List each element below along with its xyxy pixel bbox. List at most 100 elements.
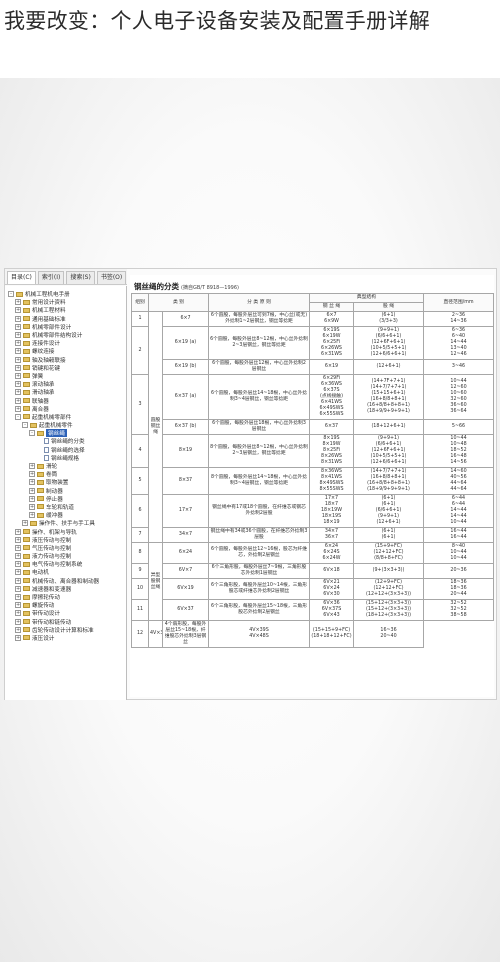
expand-toggle-icon[interactable]: + [15,299,21,306]
expand-toggle-icon[interactable]: + [15,323,21,330]
collapse-toggle-icon[interactable]: - [29,430,35,437]
expand-toggle-icon[interactable]: + [15,315,21,322]
tree-item[interactable]: + 滑轮 [5,462,126,470]
tree-item[interactable]: + 卷筒 [5,470,126,478]
expand-toggle-icon[interactable]: + [15,307,21,314]
collapse-toggle-icon[interactable]: - [22,422,28,429]
tree-item[interactable]: + 缓冲器 [5,511,126,519]
expand-toggle-icon[interactable]: + [15,561,21,568]
tree-item[interactable]: + 带传动设计 [5,609,126,617]
tree-item[interactable]: + 轴及轴毂联接 [5,356,126,364]
expand-toggle-icon[interactable]: + [15,577,21,584]
expand-toggle-icon[interactable]: + [15,553,21,560]
expand-toggle-icon[interactable]: + [15,544,21,551]
tree-item[interactable]: + 电动机 [5,568,126,576]
expand-toggle-icon[interactable]: + [29,471,35,478]
expand-toggle-icon[interactable]: + [15,618,21,625]
tree-item[interactable]: + 电气传动与控制系统 [5,560,126,568]
tree-item[interactable]: - 机械工程机电手册 [5,290,126,298]
tree-item[interactable]: + 机械工程材料 [5,306,126,314]
tree-item[interactable]: 钢丝绳的选择 [5,446,126,454]
tree-item[interactable]: + 液压设计 [5,634,126,642]
expand-toggle-icon[interactable]: + [15,585,21,592]
expand-toggle-icon[interactable]: + [15,602,21,609]
tree-item[interactable]: + 操作件、扶手与手工具 [5,519,126,527]
tree-item[interactable]: + 弹簧 [5,372,126,380]
tab-index[interactable]: 索引(I) [37,271,65,284]
cell-diameter: 5~66 [423,419,495,435]
tree-item-label: 钢丝绳规格 [51,455,79,462]
collapse-toggle-icon[interactable]: - [8,291,14,298]
tree-item[interactable]: + 液压传动与控制 [5,536,126,544]
collapse-toggle-icon[interactable]: - [15,413,21,420]
tree-item[interactable]: 钢丝绳规格 [5,454,126,462]
expand-toggle-icon[interactable]: + [29,463,35,470]
table-row: 3 6×37 (a) 6个圆股，每股外层丝14~18根，中心丝外捻制3~4层钢丝，钢… [131,374,495,435]
expand-toggle-icon[interactable]: + [15,569,21,576]
expand-toggle-icon[interactable]: + [29,487,35,494]
tree-item[interactable]: + 机械零部件设计 [5,323,126,331]
expand-toggle-icon[interactable]: + [15,348,21,355]
expand-toggle-icon[interactable]: + [29,503,35,510]
expand-toggle-icon[interactable]: + [15,405,21,412]
tree-item[interactable]: - 起重机械零件 [5,421,126,429]
expand-toggle-icon[interactable]: + [15,356,21,363]
tab-contents[interactable]: 目录(C) [7,271,36,284]
tree-item[interactable]: + 制动器 [5,487,126,495]
expand-toggle-icon[interactable]: + [15,528,21,535]
tree-item[interactable]: + 停止器 [5,495,126,503]
tree-item[interactable]: + 液力传动与控制 [5,552,126,560]
cell-diameter: 2~36 14~36 [423,311,495,327]
tree-item[interactable]: + 螺纹连接 [5,347,126,355]
tree-item[interactable]: + 常用设计资料 [5,298,126,306]
tree-item[interactable]: - 起重机械零部件 [5,413,126,421]
document-icon [44,454,49,461]
tab-bookmarks[interactable]: 书签(O) [96,271,127,284]
tree-item[interactable]: + 取物装置 [5,478,126,486]
tree-item[interactable]: + 滚动轴承 [5,380,126,388]
expand-toggle-icon[interactable]: + [29,479,35,486]
expand-toggle-icon[interactable]: + [15,372,21,379]
expand-toggle-icon[interactable]: + [15,634,21,641]
tree-item[interactable]: + 减速器和变速器 [5,585,126,593]
tree-item-label: 带传动和链传动 [32,619,72,626]
tree-item[interactable]: 钢丝绳的分类 [5,437,126,445]
tree-item-label: 制动器 [46,488,63,495]
tree-item[interactable]: + 摩擦轮传动 [5,593,126,601]
expand-toggle-icon[interactable]: + [15,340,21,347]
tree-item[interactable]: + 机械传动、离合器和制动器 [5,577,126,585]
expand-toggle-icon[interactable]: + [29,495,35,502]
cell-category: 6×37 (b) [162,419,209,435]
tree-item[interactable]: + 离合器 [5,405,126,413]
tree-item[interactable]: + 通用基础标准 [5,315,126,323]
expand-toggle-icon[interactable]: + [15,610,21,617]
book-folder-icon [23,348,30,354]
tree-item[interactable]: + 机械零部件结构设计 [5,331,126,339]
tree-item[interactable]: + 螺旋传动 [5,601,126,609]
tree-item[interactable]: + 带传动和链传动 [5,618,126,626]
tree-item[interactable]: - 钢丝绳 [5,429,126,438]
tree-item[interactable]: + 销键和花键 [5,364,126,372]
expand-toggle-icon[interactable]: + [15,626,21,633]
tree-item[interactable]: + 连接件设计 [5,339,126,347]
expand-toggle-icon[interactable]: + [15,381,21,388]
table-row: 8 异型股钢丝绳 6×24 6个圆股，每股外层丝12~16根，股芯为纤维芯，外捻制2层… [131,542,495,621]
expand-toggle-icon[interactable]: + [22,520,28,527]
tab-search[interactable]: 搜索(S) [66,271,95,284]
expand-toggle-icon[interactable]: + [29,512,35,519]
tree-item[interactable]: + 气压传动与控制 [5,544,126,552]
expand-toggle-icon[interactable]: + [15,332,21,339]
tree-item[interactable]: + 滑动轴承 [5,388,126,396]
expand-toggle-icon[interactable]: + [15,594,21,601]
tree-item[interactable]: + 操作、机架与导轨 [5,527,126,536]
col-header-diameter: 直径范围/mm [423,293,495,312]
tree-item[interactable]: + 车轮和轨道 [5,503,126,511]
tree-item[interactable]: + 齿轮传动设计计算和标准 [5,626,126,634]
tree-item[interactable]: + 联轴器 [5,396,126,405]
expand-toggle-icon[interactable]: + [15,397,21,404]
expand-toggle-icon[interactable]: + [15,536,21,543]
expand-toggle-icon[interactable]: + [15,364,21,371]
expand-toggle-icon[interactable]: + [15,389,21,396]
cell-diameter: 6~44 6~44 14~44 14~44 10~44 [423,494,495,528]
